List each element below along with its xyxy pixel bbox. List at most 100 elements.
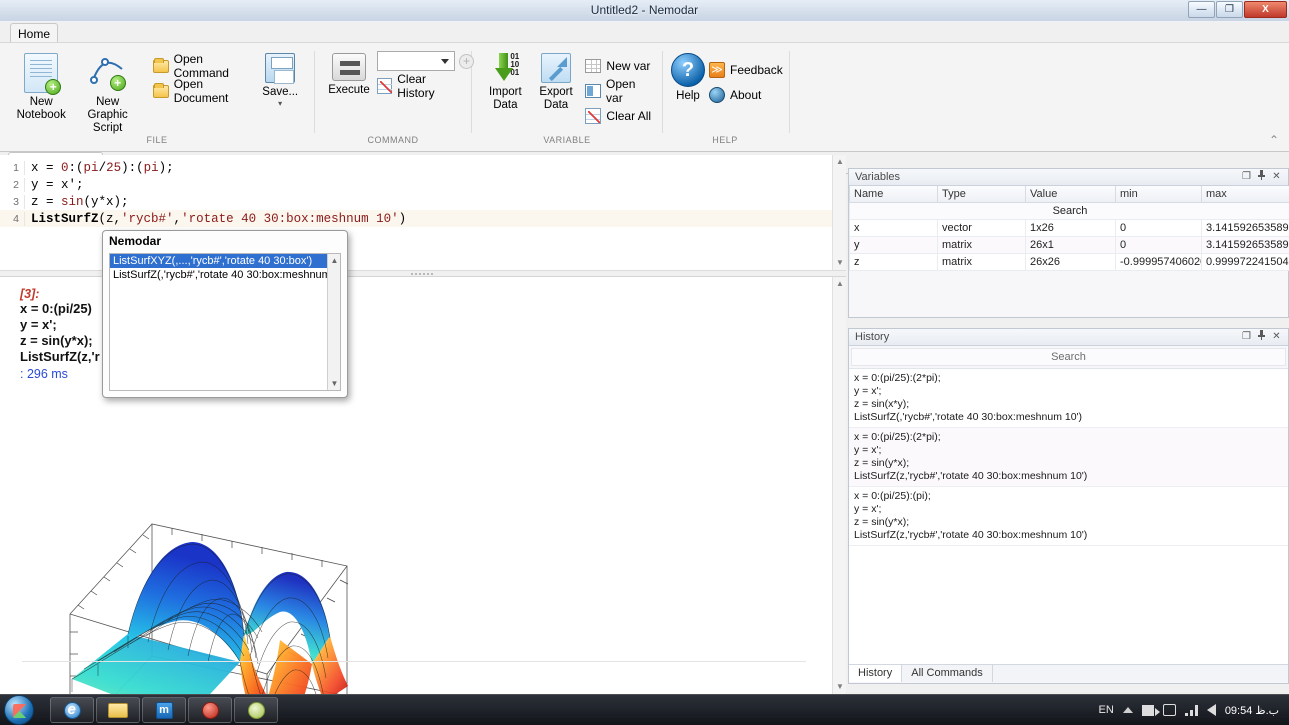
code-text: z = sin(y*x); (24, 195, 846, 209)
scroll-up-icon[interactable]: ▲ (833, 155, 846, 169)
new-graphic-script-button[interactable]: + New Graphic Script (74, 49, 140, 135)
file-small-buttons: Open Command Open Document (153, 49, 255, 102)
open-var-button[interactable]: Open var (585, 80, 654, 102)
surface-plot[interactable] (62, 514, 362, 694)
show-hidden-icons-icon[interactable] (1123, 707, 1133, 713)
save-dropdown-icon[interactable]: ▾ (278, 99, 282, 108)
variables-column-header[interactable]: min (1116, 186, 1202, 203)
action-center-flag-icon[interactable] (1142, 705, 1154, 716)
clock[interactable]: 09:54 ب.ظ (1225, 704, 1279, 717)
collapse-ribbon-icon[interactable]: ⌃ (1267, 134, 1281, 148)
code-token: y = x'; (31, 178, 84, 192)
clear-history-button[interactable]: Clear History (377, 75, 463, 97)
command-combo[interactable] (377, 51, 455, 71)
variables-search-row[interactable]: Search (850, 203, 1289, 220)
history-search-input[interactable]: Search (851, 348, 1286, 366)
code-line[interactable]: 4ListSurfZ(z,'rycb#','rotate 40 30:box:m… (0, 210, 846, 227)
open-document-button[interactable]: Open Document (153, 80, 255, 102)
variables-column-header[interactable]: Type (938, 186, 1026, 203)
export-data-button[interactable]: Export Data (531, 49, 582, 112)
code-token: ); (159, 161, 174, 175)
output-scrollbar[interactable]: ▲ ▼ (832, 277, 846, 694)
open-var-label: Open var (606, 77, 654, 105)
ribbon-group-file: + New Notebook (2, 45, 312, 149)
language-indicator[interactable]: EN (1099, 704, 1114, 716)
taskbar-item-maxthon-browser[interactable]: m (142, 697, 186, 723)
autocomplete-popup[interactable]: Nemodar ListSurfXYZ(,...,'rycb#','rotate… (102, 230, 348, 398)
variables-panel-header: Variables ❐ ✕ (849, 169, 1288, 186)
variables-panel: Variables ❐ ✕ NameTypeValueminmax Search… (848, 168, 1289, 318)
editor-scrollbar[interactable]: ▲ ▼ (832, 155, 846, 270)
open-document-label: Open Document (174, 77, 255, 105)
folder-open-icon (153, 85, 169, 98)
close-icon[interactable]: ✕ (1269, 330, 1284, 344)
pin-icon[interactable] (1254, 330, 1269, 344)
pin-icon[interactable] (1254, 170, 1269, 184)
autocomplete-items: ListSurfXYZ(,...,'rycb#','rotate 40 30:b… (110, 254, 340, 282)
history-tab-all-commands[interactable]: All Commands (902, 665, 993, 682)
about-label: About (730, 88, 761, 102)
save-button[interactable]: Save... ▾ (254, 49, 306, 108)
float-icon[interactable]: ❐ (1239, 170, 1254, 184)
taskbar-item-nemodar-app[interactable] (234, 697, 278, 723)
scroll-down-icon[interactable]: ▼ (833, 680, 846, 694)
close-icon[interactable]: ✕ (1269, 170, 1284, 184)
taskbar-item-recording-app[interactable] (188, 697, 232, 723)
ribbon: + New Notebook (0, 42, 1289, 152)
feedback-button[interactable]: ≫ Feedback (709, 59, 783, 81)
battery-icon[interactable] (1163, 704, 1176, 716)
import-label-line2: Data (493, 99, 517, 111)
autocomplete-list[interactable]: ListSurfXYZ(,...,'rycb#','rotate 40 30:b… (109, 253, 341, 391)
help-button[interactable]: ? Help (671, 49, 705, 103)
autocomplete-item[interactable]: ListSurfXYZ(,...,'rycb#','rotate 40 30:b… (110, 254, 340, 268)
history-entry[interactable]: x = 0:(pi/25):(2*pi); y = x'; z = sin(x*… (849, 369, 1288, 428)
ribbon-separator (314, 51, 315, 133)
code-token: x = (31, 161, 61, 175)
open-command-button[interactable]: Open Command (153, 55, 255, 77)
volume-icon[interactable] (1207, 704, 1216, 716)
network-signal-icon[interactable] (1185, 705, 1198, 716)
code-token: sin (61, 195, 84, 209)
table-row[interactable]: zmatrix26x26-0.9999574060200.99997224150… (850, 254, 1289, 271)
table-cell-type: matrix (938, 237, 1026, 254)
about-button[interactable]: About (709, 84, 783, 106)
taskbar-item-internet-explorer[interactable] (50, 697, 94, 723)
document-new-icon: + (24, 53, 58, 93)
help-small-buttons: ≫ Feedback About (709, 49, 783, 106)
taskbar-item-file-explorer[interactable] (96, 697, 140, 723)
new-var-button[interactable]: New var (585, 55, 654, 77)
scroll-up-icon[interactable]: ▲ (833, 277, 846, 291)
code-line[interactable]: 3z = sin(y*x); (0, 193, 846, 210)
table-row[interactable]: ymatrix26x103.1415926535897 (850, 237, 1289, 254)
start-button-icon[interactable] (4, 695, 34, 725)
tab-home[interactable]: Home (10, 23, 58, 44)
binary-digits-icon: 011001 (510, 53, 519, 77)
history-entry[interactable]: x = 0:(pi/25):(2*pi); y = x'; z = sin(y*… (849, 428, 1288, 487)
history-list[interactable]: x = 0:(pi/25):(2*pi); y = x'; z = sin(x*… (849, 368, 1288, 664)
add-command-button[interactable]: + (459, 54, 474, 69)
variables-column-header[interactable]: Name (850, 186, 938, 203)
autocomplete-item[interactable]: ListSurfZ(,'rycb#','rotate 40 30:box:mes… (110, 268, 340, 282)
save-label: Save... (262, 86, 298, 99)
import-data-button[interactable]: 011001 Import Data (480, 49, 531, 112)
ribbon-separator (662, 51, 663, 133)
clear-all-button[interactable]: Clear All (585, 105, 654, 127)
variables-search-input[interactable]: Search (850, 203, 1289, 220)
execute-button[interactable]: Execute (323, 49, 375, 97)
variables-column-header[interactable]: max (1202, 186, 1289, 203)
close-button[interactable]: X (1244, 1, 1287, 18)
table-row[interactable]: xvector1x2603.1415926535897 (850, 220, 1289, 237)
scroll-up-icon[interactable]: ▲ (328, 254, 341, 267)
autocomplete-scrollbar[interactable]: ▲ ▼ (327, 254, 340, 390)
code-line[interactable]: 1x = 0:(pi/25):(pi); (0, 159, 846, 176)
code-line[interactable]: 2y = x'; (0, 176, 846, 193)
maximize-button[interactable]: ❐ (1216, 1, 1243, 18)
new-notebook-button[interactable]: + New Notebook (8, 49, 74, 122)
minimize-button[interactable]: — (1188, 1, 1215, 18)
scroll-down-icon[interactable]: ▼ (833, 256, 846, 270)
history-entry[interactable]: x = 0:(pi/25):(pi); y = x'; z = sin(y*x)… (849, 487, 1288, 546)
float-icon[interactable]: ❐ (1239, 330, 1254, 344)
history-tab-history[interactable]: History (849, 665, 902, 682)
variables-column-header[interactable]: Value (1026, 186, 1116, 203)
scroll-down-icon[interactable]: ▼ (328, 377, 341, 390)
